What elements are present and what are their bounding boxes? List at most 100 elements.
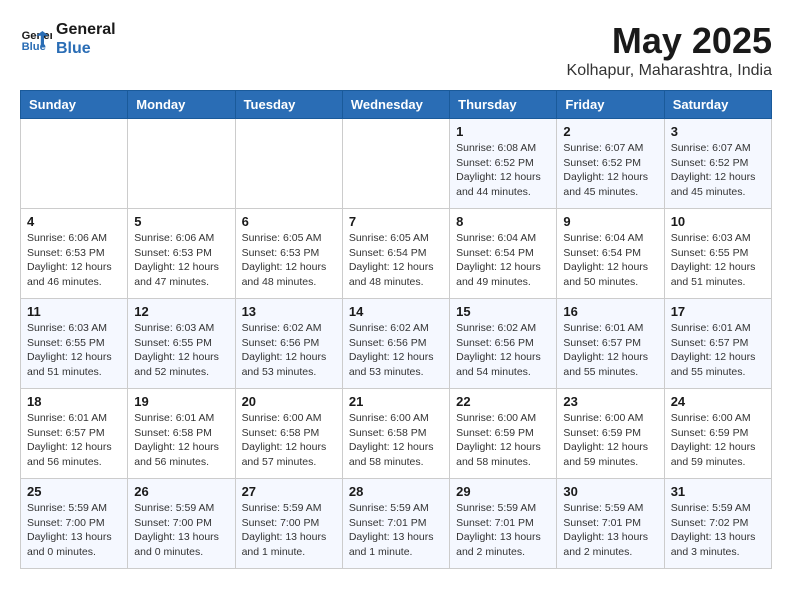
day-cell: 16Sunrise: 6:01 AM Sunset: 6:57 PM Dayli… bbox=[557, 299, 664, 389]
day-number: 9 bbox=[563, 214, 657, 229]
day-info: Sunrise: 6:02 AM Sunset: 6:56 PM Dayligh… bbox=[349, 321, 443, 380]
day-info: Sunrise: 6:06 AM Sunset: 6:53 PM Dayligh… bbox=[134, 231, 228, 290]
logo: General Blue General Blue bbox=[20, 20, 116, 58]
day-cell: 31Sunrise: 5:59 AM Sunset: 7:02 PM Dayli… bbox=[664, 479, 771, 569]
day-cell: 24 Sunrise: 6:00 AM Sunset: 6:59 PM Dayli… bbox=[664, 389, 771, 479]
calendar-body: 1 Sunrise: 6:08 AM Sunset: 6:52 PM Daylig… bbox=[21, 119, 772, 569]
header-cell-monday: Monday bbox=[128, 91, 235, 119]
day-cell: 26 Sunrise: 5:59 AM Sunset: 7:00 PM Dayli… bbox=[128, 479, 235, 569]
day-number: 17 bbox=[671, 304, 765, 319]
day-info: Sunrise: 5:59 AM Sunset: 7:00 PM Dayligh… bbox=[134, 501, 228, 560]
day-cell: 28 Sunrise: 5:59 AM Sunset: 7:01 PM Dayli… bbox=[342, 479, 449, 569]
day-cell: 11Sunrise: 6:03 AM Sunset: 6:55 PM Dayli… bbox=[21, 299, 128, 389]
day-number: 18 bbox=[27, 394, 121, 409]
header-cell-friday: Friday bbox=[557, 91, 664, 119]
day-number: 27 bbox=[242, 484, 336, 499]
calendar-title: May 2025 bbox=[567, 20, 772, 62]
day-info: Sunrise: 5:59 AM Sunset: 7:00 PM Dayligh… bbox=[242, 501, 336, 560]
day-cell: 5Sunrise: 6:06 AM Sunset: 6:53 PM Daylig… bbox=[128, 209, 235, 299]
day-number: 8 bbox=[456, 214, 550, 229]
day-cell: 30 Sunrise: 5:59 AM Sunset: 7:01 PM Dayli… bbox=[557, 479, 664, 569]
day-info: Sunrise: 6:00 AM Sunset: 6:58 PM Dayligh… bbox=[242, 411, 336, 470]
day-cell: 10 Sunrise: 6:03 AM Sunset: 6:55 PM Dayli… bbox=[664, 209, 771, 299]
day-cell: 7Sunrise: 6:05 AM Sunset: 6:54 PM Daylig… bbox=[342, 209, 449, 299]
day-cell bbox=[128, 119, 235, 209]
header-row: SundayMondayTuesdayWednesdayThursdayFrid… bbox=[21, 91, 772, 119]
day-info: Sunrise: 6:04 AM Sunset: 6:54 PM Dayligh… bbox=[456, 231, 550, 290]
day-info: Sunrise: 5:59 AM Sunset: 7:01 PM Dayligh… bbox=[563, 501, 657, 560]
day-number: 20 bbox=[242, 394, 336, 409]
day-number: 10 bbox=[671, 214, 765, 229]
day-number: 16 bbox=[563, 304, 657, 319]
day-cell: 19Sunrise: 6:01 AM Sunset: 6:58 PM Dayli… bbox=[128, 389, 235, 479]
day-number: 19 bbox=[134, 394, 228, 409]
day-cell: 3 Sunrise: 6:07 AM Sunset: 6:52 PM Daylig… bbox=[664, 119, 771, 209]
logo-line1: General bbox=[56, 20, 116, 39]
day-info: Sunrise: 6:00 AM Sunset: 6:59 PM Dayligh… bbox=[671, 411, 765, 470]
day-cell: 4Sunrise: 6:06 AM Sunset: 6:53 PM Daylig… bbox=[21, 209, 128, 299]
day-cell bbox=[21, 119, 128, 209]
day-info: Sunrise: 6:00 AM Sunset: 6:59 PM Dayligh… bbox=[563, 411, 657, 470]
day-cell: 15 Sunrise: 6:02 AM Sunset: 6:56 PM Dayli… bbox=[450, 299, 557, 389]
day-number: 4 bbox=[27, 214, 121, 229]
day-cell: 13 Sunrise: 6:02 AM Sunset: 6:56 PM Dayli… bbox=[235, 299, 342, 389]
day-cell: 17 Sunrise: 6:01 AM Sunset: 6:57 PM Dayli… bbox=[664, 299, 771, 389]
svg-text:General: General bbox=[22, 30, 52, 42]
day-number: 3 bbox=[671, 124, 765, 139]
logo-icon: General Blue bbox=[20, 23, 52, 55]
day-info: Sunrise: 6:00 AM Sunset: 6:59 PM Dayligh… bbox=[456, 411, 550, 470]
day-cell: 6Sunrise: 6:05 AM Sunset: 6:53 PM Daylig… bbox=[235, 209, 342, 299]
day-cell: 9 Sunrise: 6:04 AM Sunset: 6:54 PM Daylig… bbox=[557, 209, 664, 299]
day-number: 1 bbox=[456, 124, 550, 139]
day-info: Sunrise: 6:01 AM Sunset: 6:57 PM Dayligh… bbox=[671, 321, 765, 380]
day-cell: 23 Sunrise: 6:00 AM Sunset: 6:59 PM Dayli… bbox=[557, 389, 664, 479]
header-cell-saturday: Saturday bbox=[664, 91, 771, 119]
day-cell: 12 Sunrise: 6:03 AM Sunset: 6:55 PM Dayli… bbox=[128, 299, 235, 389]
calendar-subtitle: Kolhapur, Maharashtra, India bbox=[567, 62, 772, 80]
day-info: Sunrise: 5:59 AM Sunset: 7:00 PM Dayligh… bbox=[27, 501, 121, 560]
day-number: 30 bbox=[563, 484, 657, 499]
week-row-4: 18 Sunrise: 6:01 AM Sunset: 6:57 PM Dayli… bbox=[21, 389, 772, 479]
week-row-1: 1 Sunrise: 6:08 AM Sunset: 6:52 PM Daylig… bbox=[21, 119, 772, 209]
day-info: Sunrise: 6:02 AM Sunset: 6:56 PM Dayligh… bbox=[242, 321, 336, 380]
day-cell: 14Sunrise: 6:02 AM Sunset: 6:56 PM Dayli… bbox=[342, 299, 449, 389]
header-cell-tuesday: Tuesday bbox=[235, 91, 342, 119]
day-cell: 29Sunrise: 5:59 AM Sunset: 7:01 PM Dayli… bbox=[450, 479, 557, 569]
title-area: May 2025 Kolhapur, Maharashtra, India bbox=[567, 20, 772, 80]
day-info: Sunrise: 5:59 AM Sunset: 7:01 PM Dayligh… bbox=[456, 501, 550, 560]
day-number: 7 bbox=[349, 214, 443, 229]
day-info: Sunrise: 6:01 AM Sunset: 6:57 PM Dayligh… bbox=[27, 411, 121, 470]
calendar-table: SundayMondayTuesdayWednesdayThursdayFrid… bbox=[20, 90, 772, 569]
day-number: 21 bbox=[349, 394, 443, 409]
day-number: 28 bbox=[349, 484, 443, 499]
day-info: Sunrise: 6:03 AM Sunset: 6:55 PM Dayligh… bbox=[671, 231, 765, 290]
day-info: Sunrise: 5:59 AM Sunset: 7:01 PM Dayligh… bbox=[349, 501, 443, 560]
week-row-3: 11Sunrise: 6:03 AM Sunset: 6:55 PM Dayli… bbox=[21, 299, 772, 389]
day-number: 13 bbox=[242, 304, 336, 319]
day-info: Sunrise: 6:02 AM Sunset: 6:56 PM Dayligh… bbox=[456, 321, 550, 380]
day-number: 24 bbox=[671, 394, 765, 409]
day-cell: 1 Sunrise: 6:08 AM Sunset: 6:52 PM Daylig… bbox=[450, 119, 557, 209]
calendar-header: SundayMondayTuesdayWednesdayThursdayFrid… bbox=[21, 91, 772, 119]
day-cell: 27 Sunrise: 5:59 AM Sunset: 7:00 PM Dayli… bbox=[235, 479, 342, 569]
day-info: Sunrise: 6:04 AM Sunset: 6:54 PM Dayligh… bbox=[563, 231, 657, 290]
day-number: 12 bbox=[134, 304, 228, 319]
day-cell: 22Sunrise: 6:00 AM Sunset: 6:59 PM Dayli… bbox=[450, 389, 557, 479]
day-number: 2 bbox=[563, 124, 657, 139]
day-cell: 21 Sunrise: 6:00 AM Sunset: 6:58 PM Dayli… bbox=[342, 389, 449, 479]
day-number: 31 bbox=[671, 484, 765, 499]
header-cell-thursday: Thursday bbox=[450, 91, 557, 119]
header-cell-sunday: Sunday bbox=[21, 91, 128, 119]
day-number: 26 bbox=[134, 484, 228, 499]
day-info: Sunrise: 6:00 AM Sunset: 6:58 PM Dayligh… bbox=[349, 411, 443, 470]
day-info: Sunrise: 6:07 AM Sunset: 6:52 PM Dayligh… bbox=[671, 141, 765, 200]
day-info: Sunrise: 6:08 AM Sunset: 6:52 PM Dayligh… bbox=[456, 141, 550, 200]
day-cell: 25Sunrise: 5:59 AM Sunset: 7:00 PM Dayli… bbox=[21, 479, 128, 569]
header-cell-wednesday: Wednesday bbox=[342, 91, 449, 119]
day-number: 15 bbox=[456, 304, 550, 319]
day-info: Sunrise: 6:03 AM Sunset: 6:55 PM Dayligh… bbox=[27, 321, 121, 380]
day-cell: 20 Sunrise: 6:00 AM Sunset: 6:58 PM Dayli… bbox=[235, 389, 342, 479]
day-number: 23 bbox=[563, 394, 657, 409]
day-info: Sunrise: 6:03 AM Sunset: 6:55 PM Dayligh… bbox=[134, 321, 228, 380]
day-cell bbox=[342, 119, 449, 209]
